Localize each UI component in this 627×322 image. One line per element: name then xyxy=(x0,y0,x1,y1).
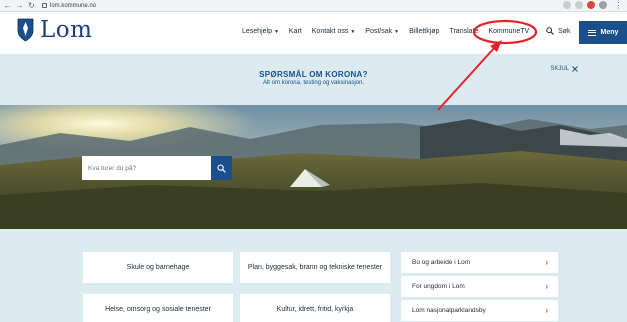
hide-banner-button[interactable]: SKJUL xyxy=(550,66,578,72)
search-label: Søk xyxy=(558,27,571,35)
card-label: Helse, omsorg og sosiale tenester xyxy=(105,306,211,313)
link-label: Lom nasjonalparklandsby xyxy=(412,307,486,314)
nav-label: Lesehjelp xyxy=(242,28,272,35)
nav-label: Billettkjøp xyxy=(409,28,440,35)
hamburger-icon xyxy=(587,29,596,36)
profile-avatar[interactable] xyxy=(599,1,607,9)
extension-icon[interactable] xyxy=(587,1,595,9)
service-card[interactable]: Helse, omsorg og sosiale tenester xyxy=(83,294,233,322)
search-icon xyxy=(546,27,554,35)
extension-icon[interactable] xyxy=(563,1,571,9)
close-icon xyxy=(572,66,578,72)
url-text: lom.kommune.no xyxy=(50,2,97,9)
browser-toolbar: ← → ↻ lom.kommune.no ⋮ xyxy=(0,0,627,12)
hero-search-input[interactable] xyxy=(82,156,211,180)
lock-icon xyxy=(42,3,47,8)
chevron-right-icon: › xyxy=(545,258,548,267)
forward-icon[interactable]: → xyxy=(15,1,24,10)
services-section: Skule og barnehage Plan, byggesak, brann… xyxy=(0,229,627,322)
search-button[interactable]: Søk xyxy=(546,27,570,35)
chevron-right-icon: › xyxy=(545,282,548,291)
banner-title[interactable]: SPØRSMÅL OM KORONA? xyxy=(0,70,627,79)
nav-lesehjelp[interactable]: Lesehjelp ▼ xyxy=(242,28,279,35)
menu-label: Meny xyxy=(600,29,619,36)
link-list-item[interactable]: Lom nasjonalparklandsby › xyxy=(401,300,558,321)
chevron-down-icon: ▼ xyxy=(273,28,279,35)
service-card[interactable]: Kultur, idrett, fritid, kyrkja xyxy=(240,294,390,322)
chevron-right-icon: › xyxy=(545,306,548,315)
site-header: Lom Lesehjelp ▼ Kart Kontakt oss ▼ Post/sa… xyxy=(0,12,627,54)
nav-label: Kart xyxy=(288,28,302,35)
link-label: Bu og arbeide i Lom xyxy=(412,259,471,266)
link-list-item[interactable]: Bu og arbeide i Lom › xyxy=(401,252,558,273)
hero-search-button[interactable] xyxy=(211,156,232,180)
nav-label: Translate xyxy=(449,28,479,35)
nav-label: Kontakt oss xyxy=(311,28,349,35)
nav-translate[interactable]: Translate xyxy=(449,28,478,35)
chevron-down-icon: ▼ xyxy=(350,28,356,35)
service-card[interactable]: Skule og barnehage xyxy=(83,252,233,283)
nav-kart[interactable]: Kart xyxy=(289,28,302,35)
hero-image xyxy=(0,105,627,229)
card-label: Plan, byggesak, brann og tekniske tenest… xyxy=(247,264,383,271)
hero-search xyxy=(82,156,232,180)
more-options-icon[interactable]: ⋮ xyxy=(614,1,623,10)
back-icon[interactable]: ← xyxy=(3,1,12,10)
banner-subtitle: Alt om korona, testing og vaksinasjon. xyxy=(262,80,365,86)
link-list-item[interactable]: For ungdom i Lom › xyxy=(401,276,558,297)
nav-billettkjop[interactable]: Billettkjøp xyxy=(409,28,439,35)
card-label: Skule og barnehage xyxy=(126,264,190,271)
nav-kontakt-oss[interactable]: Kontakt oss ▼ xyxy=(312,28,356,35)
card-label: Kultur, idrett, fritid, kyrkja xyxy=(276,306,354,313)
address-bar[interactable]: lom.kommune.no xyxy=(42,3,96,9)
search-icon xyxy=(217,163,226,173)
reload-icon[interactable]: ↻ xyxy=(27,1,36,10)
nav-label: KommuneTV xyxy=(488,28,530,35)
coat-of-arms-icon[interactable] xyxy=(17,18,34,42)
extension-icon[interactable] xyxy=(575,1,583,9)
hide-label: SKJUL xyxy=(550,66,569,72)
nav-label: Post/sak xyxy=(365,28,393,35)
chevron-down-icon: ▼ xyxy=(394,28,400,35)
service-card[interactable]: Plan, byggesak, brann og tekniske tenest… xyxy=(240,252,390,283)
main-nav: Lesehjelp ▼ Kart Kontakt oss ▼ Post/sak ▼ B… xyxy=(242,28,539,35)
nav-kommunetv[interactable]: KommuneTV xyxy=(488,28,529,35)
corona-banner: SPØRSMÅL OM KORONA? Alt om korona, testi… xyxy=(0,54,627,105)
menu-button[interactable]: Meny xyxy=(579,21,627,44)
nav-post-sak[interactable]: Post/sak ▼ xyxy=(365,28,399,35)
link-label: For ungdom i Lom xyxy=(412,283,465,290)
site-logo-text[interactable]: Lom xyxy=(40,17,92,43)
